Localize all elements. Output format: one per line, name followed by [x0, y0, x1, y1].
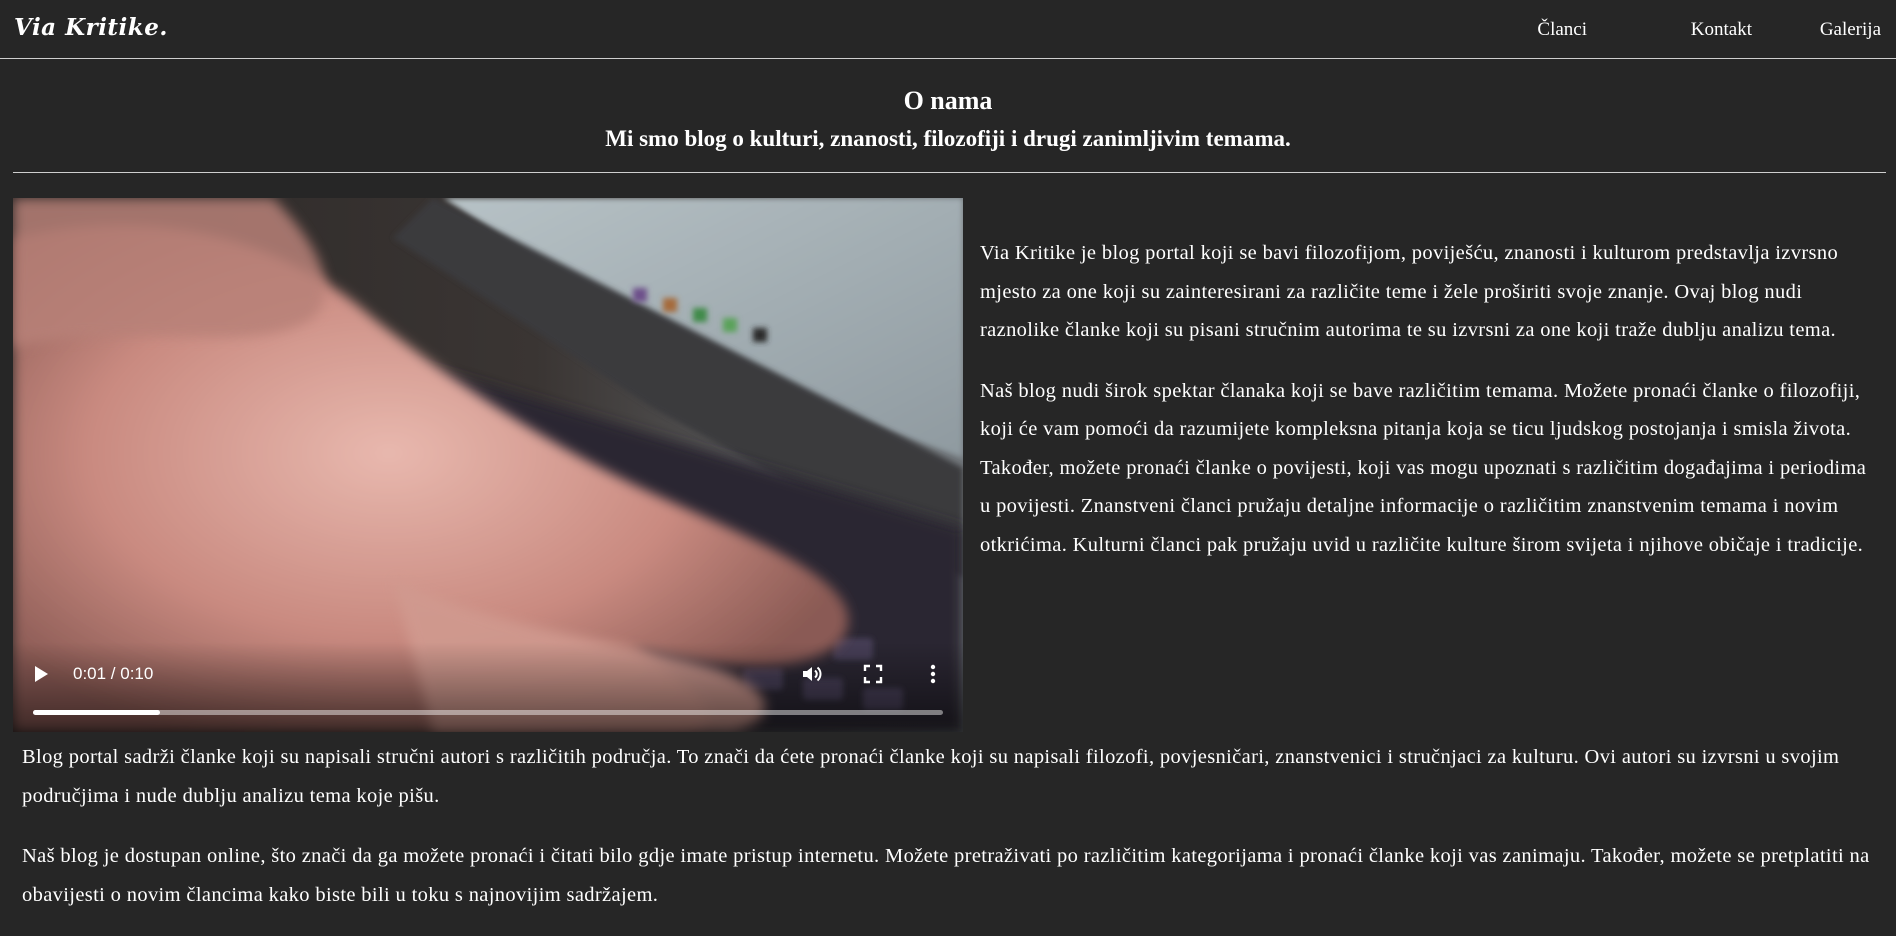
body-paragraph-2: Naš blog je dostupan online, što znači d… [22, 845, 1870, 906]
video-progress-bar[interactable] [33, 710, 943, 715]
volume-icon[interactable] [800, 662, 824, 686]
intro-paragraph-2: Naš blog nudi širok spektar članaka koji… [980, 379, 1867, 556]
site-logo[interactable]: Via Kritike. [14, 14, 168, 41]
page-subtitle: Mi smo blog o kulturi, znanosti, filozof… [605, 126, 1291, 151]
intro-text: Via Kritike je blog portal koji se bavi … [980, 234, 1880, 586]
video-time: 0:01 / 0:10 [73, 664, 154, 683]
fullscreen-icon[interactable] [861, 662, 885, 686]
page-title: O nama [903, 86, 993, 115]
navbar: Via Kritike. Članci Kontakt Galerija [0, 0, 1896, 59]
play-icon[interactable] [35, 666, 48, 682]
header-divider [13, 172, 1886, 173]
page-header: O nama Mi smo blog o kulturi, znanosti, … [0, 80, 1896, 156]
nav-link-kontakt[interactable]: Kontakt [1691, 19, 1752, 41]
intro-paragraph-1: Via Kritike je blog portal koji se bavi … [980, 242, 1839, 341]
nav-link-galerija[interactable]: Galerija [1820, 19, 1881, 41]
video-controls: 0:01 / 0:10 [13, 642, 963, 732]
video-player[interactable]: 0:01 / 0:10 [13, 198, 963, 732]
video-progress-fill [33, 710, 161, 715]
body-text: Blog portal sadrži članke koji su napisa… [22, 738, 1882, 936]
body-paragraph-1: Blog portal sadrži članke koji su napisa… [22, 746, 1840, 807]
nav-link-clanci[interactable]: Članci [1537, 19, 1587, 41]
more-options-icon[interactable] [921, 662, 945, 686]
